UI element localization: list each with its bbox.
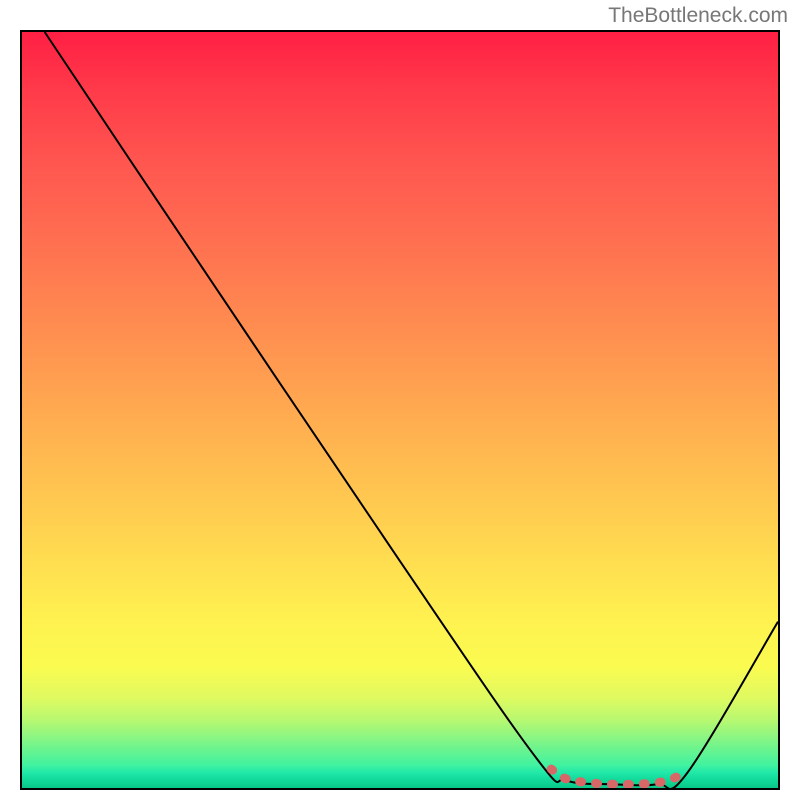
chart-svg: [22, 32, 778, 788]
main-curve: [45, 32, 778, 788]
watermark-text: TheBottleneck.com: [608, 4, 788, 28]
chart-container: [20, 30, 780, 790]
